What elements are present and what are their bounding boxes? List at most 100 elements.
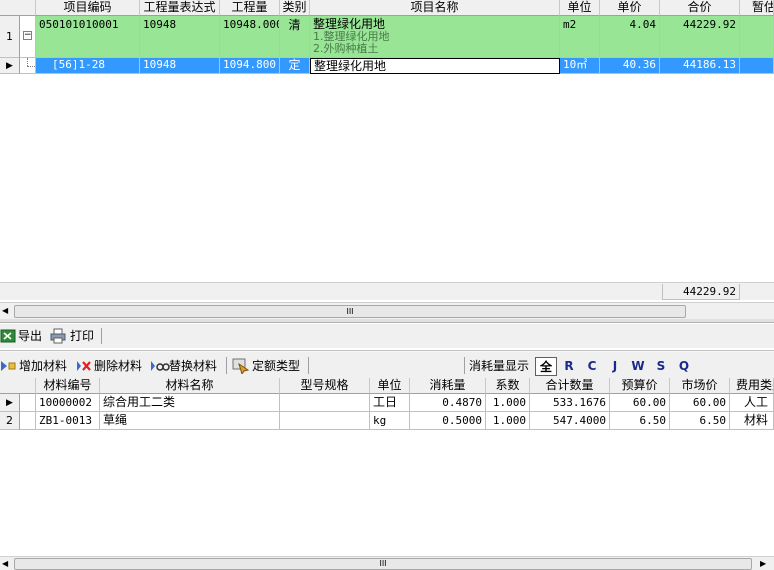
col-header-code[interactable]: 项目编码 [36, 0, 140, 16]
collapse-toggle-icon[interactable]: − [23, 31, 32, 40]
mrow2-code[interactable]: ZB1-0013 [36, 412, 100, 430]
mrow2-unit[interactable]: kg [370, 412, 410, 430]
mrow2-indent [20, 412, 36, 430]
mrow1-category[interactable]: 人工 [730, 394, 774, 412]
mrow2-name[interactable]: 草绳 [100, 412, 280, 430]
mcol-header-market[interactable]: 市场价 [670, 378, 730, 394]
mrow1-unit[interactable]: 工日 [370, 394, 410, 412]
row2-qty[interactable]: 1094.800 [220, 58, 280, 74]
mrow1-total[interactable]: 533.1676 [530, 394, 610, 412]
row1-code[interactable]: 050101010001 [36, 16, 140, 58]
quota-type-label: 定额类型 [252, 359, 301, 373]
top-horizontal-scrollbar[interactable]: ◀ III [0, 302, 774, 319]
toolbar2-separator-3 [464, 357, 465, 374]
col-header-type[interactable]: 类别 [280, 0, 310, 16]
print-button[interactable]: 打印 [50, 327, 98, 345]
row2-name[interactable]: 整理绿化用地 [310, 58, 560, 74]
col-header-unit[interactable]: 单位 [560, 0, 600, 16]
filter-j-button[interactable]: J [606, 357, 624, 376]
row2-type[interactable]: 定 [280, 58, 310, 74]
export-button[interactable]: 导出 [0, 327, 46, 345]
col-header-name[interactable]: 项目名称 [310, 0, 560, 16]
materials-horizontal-scrollbar[interactable]: ◀ III ▶ [0, 556, 774, 570]
replace-material-label: 替换材料 [169, 359, 218, 373]
mrow2-coef[interactable]: 1.000 [486, 412, 530, 430]
filter-c-button[interactable]: C [583, 357, 601, 376]
filter-s-button[interactable]: S [652, 357, 670, 376]
row2-provisional[interactable] [740, 58, 774, 74]
row2-code[interactable]: [56]1-28 [36, 58, 140, 74]
mrow-header-current[interactable]: ▶ [0, 394, 20, 412]
row2-unit[interactable]: 10㎡ [560, 58, 600, 74]
mcol-header-category[interactable]: 费用类别 [730, 378, 774, 394]
row1-total[interactable]: 44229.92 [660, 16, 740, 58]
export-label: 导出 [18, 329, 43, 343]
mrow2-market[interactable]: 6.50 [670, 412, 730, 430]
mrow2-total[interactable]: 547.4000 [530, 412, 610, 430]
mrow2-category[interactable]: 材料 [730, 412, 774, 430]
delete-material-label: 删除材料 [94, 359, 143, 373]
col-header-provisional[interactable]: 暂估 [740, 0, 774, 16]
filter-r-button[interactable]: R [560, 357, 578, 376]
mrow1-name[interactable]: 综合用工二类 [100, 394, 280, 412]
row1-qty[interactable]: 10948.000 [220, 16, 280, 58]
toolbar-export-print: 导出 打印 [0, 324, 774, 348]
row2-price[interactable]: 40.36 [600, 58, 660, 74]
print-label: 打印 [70, 329, 95, 343]
row2-total[interactable]: 44186.13 [660, 58, 740, 74]
mcol-header-coef[interactable]: 系数 [486, 378, 530, 394]
mcol-header-consumption[interactable]: 消耗量 [410, 378, 486, 394]
toolbar-materials: 增加材料 删除材料 替换材料 定额类型 消耗量显示 全 R C J W S Q [0, 352, 774, 378]
excel-icon [0, 329, 16, 343]
mcol-header-total[interactable]: 合计数量 [530, 378, 610, 394]
mrow2-budget[interactable]: 6.50 [610, 412, 670, 430]
mcol-header-name[interactable]: 材料名称 [100, 378, 280, 394]
mrow1-indent [20, 394, 36, 412]
filter-q-button[interactable]: Q [675, 357, 693, 376]
materials-scroll-right-arrow-icon[interactable]: ▶ [760, 558, 770, 570]
col-header-qty[interactable]: 工程量 [220, 0, 280, 16]
replace-material-button[interactable]: 替换材料 [150, 357, 222, 375]
replace-icon [151, 361, 170, 371]
row-header-current[interactable]: ▶ [0, 58, 20, 74]
mrow-header-2[interactable]: 2 [0, 412, 20, 430]
quota-type-button[interactable]: 定额类型 [232, 357, 304, 375]
materials-scroll-left-arrow-icon[interactable]: ◀ [2, 558, 12, 570]
mcol-header-budget[interactable]: 预算价 [610, 378, 670, 394]
mrow1-coef[interactable]: 1.000 [486, 394, 530, 412]
top-grid: 项目编码 工程量表达式 工程量 类别 项目名称 单位 单价 合价 暂估 1 − … [0, 0, 774, 302]
mcol-header-spec[interactable]: 型号规格 [280, 378, 370, 394]
scroll-left-arrow-icon[interactable]: ◀ [2, 305, 12, 317]
mrow1-code[interactable]: 10000002 [36, 394, 100, 412]
tree-line [20, 58, 36, 74]
row1-type[interactable]: 清 [280, 16, 310, 58]
mrow1-market[interactable]: 60.00 [670, 394, 730, 412]
mrow1-spec[interactable] [280, 394, 370, 412]
col-header-price[interactable]: 单价 [600, 0, 660, 16]
col-header-total[interactable]: 合价 [660, 0, 740, 16]
delete-material-button[interactable]: 删除材料 [76, 357, 146, 375]
row1-unit[interactable]: m2 [560, 16, 600, 58]
row-header-1[interactable]: 1 [0, 16, 20, 58]
row1-price[interactable]: 4.04 [600, 16, 660, 58]
mrow2-consumption[interactable]: 0.5000 [410, 412, 486, 430]
col-header-expr[interactable]: 工程量表达式 [140, 0, 220, 16]
row1-expr[interactable]: 10948 [140, 16, 220, 58]
add-material-button[interactable]: 增加材料 [0, 357, 70, 375]
mrow1-budget[interactable]: 60.00 [610, 394, 670, 412]
mrow1-consumption[interactable]: 0.4870 [410, 394, 486, 412]
top-grid-footer [0, 282, 774, 300]
row2-expr[interactable]: 10948 [140, 58, 220, 74]
pane-splitter[interactable] [0, 319, 774, 323]
materials-scroll-thumb[interactable]: III [14, 558, 752, 570]
filter-w-button[interactable]: W [629, 357, 647, 376]
materials-grid: 材料编号 材料名称 型号规格 单位 消耗量 系数 合计数量 预算价 市场价 费用… [0, 378, 774, 558]
filter-all-button[interactable]: 全 [535, 357, 557, 376]
row1-name-cell[interactable]: 整理绿化用地 1.整理绿化用地 2.外购种植土 [310, 16, 560, 58]
row1-provisional[interactable] [740, 16, 774, 58]
toolbar2-separator-2 [308, 357, 309, 374]
mcol-header-code[interactable]: 材料编号 [36, 378, 100, 394]
scroll-thumb[interactable]: III [14, 305, 686, 318]
mcol-header-unit[interactable]: 单位 [370, 378, 410, 394]
mrow2-spec[interactable] [280, 412, 370, 430]
